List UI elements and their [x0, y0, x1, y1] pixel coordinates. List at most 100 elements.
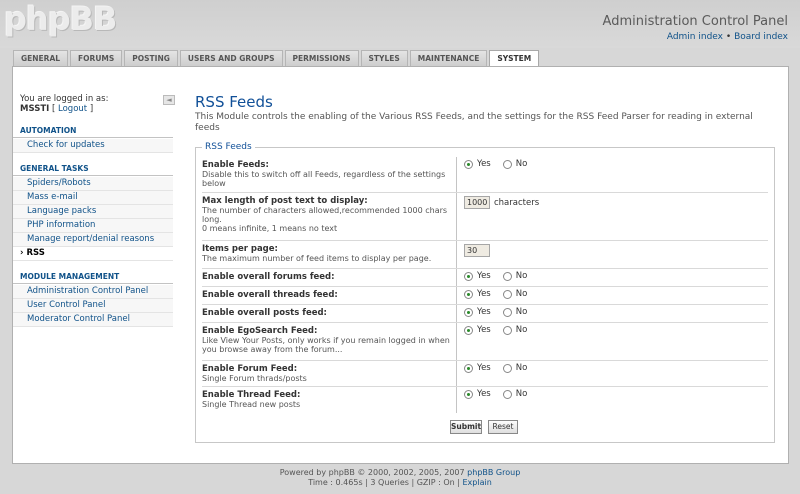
board-index-link[interactable]: Board index: [734, 32, 788, 42]
forums-feed-radio-group: Yes No: [464, 271, 535, 281]
radio-no-label: No: [515, 389, 528, 399]
radio-yes[interactable]: [464, 363, 473, 373]
setting-description: Like View Your Posts, only works if you …: [202, 336, 450, 354]
posts-feed-radio-group: Yes No: [464, 307, 535, 317]
setting-row-forums-feed: Enable overall forums feed: Yes No: [202, 269, 768, 287]
menu-item-acp-modules[interactable]: Administration Control Panel: [13, 285, 173, 299]
login-info: You are logged in as: MSSTI [ Logout ]: [20, 94, 109, 114]
menu-item-mcp-modules[interactable]: Moderator Control Panel: [13, 313, 173, 327]
setting-row-max-length: Max length of post text to display: The …: [202, 193, 768, 241]
radio-no[interactable]: [502, 159, 512, 169]
setting-description: The number of characters allowed,recomme…: [202, 206, 448, 224]
setting-title: Enable Thread Feed:: [202, 390, 301, 400]
logged-in-label: You are logged in as:: [20, 94, 109, 104]
egosearch-feed-radio-group: Yes No: [464, 325, 535, 335]
radio-yes-label: Yes: [477, 389, 491, 399]
radio-yes-label: Yes: [477, 325, 491, 335]
page-description: This Module controls the enabling of the…: [195, 112, 753, 133]
explain-link[interactable]: Explain: [463, 478, 492, 487]
radio-no[interactable]: [502, 289, 512, 299]
radio-yes-label: Yes: [477, 159, 491, 169]
radio-no[interactable]: [502, 307, 512, 317]
menu-item-manage-reasons[interactable]: Manage report/denial reasons: [13, 233, 173, 247]
menu-item-mass-email[interactable]: Mass e-mail: [13, 191, 173, 205]
radio-no[interactable]: [502, 389, 512, 399]
setting-row-posts-feed: Enable overall posts feed: Yes No: [202, 305, 768, 323]
setting-description: Disable this to switch off all Feeds, re…: [202, 170, 446, 188]
logout-link[interactable]: Logout: [58, 104, 87, 114]
radio-no-label: No: [515, 363, 528, 373]
radio-yes-label: Yes: [477, 307, 491, 317]
menu-item-rss-label: RSS: [26, 248, 45, 258]
setting-description: Single Forum thrads/posts: [202, 374, 307, 383]
setting-title: Enable overall forums feed:: [202, 272, 335, 282]
setting-title: Enable Forum Feed:: [202, 364, 298, 374]
setting-row-items-per-page: Items per page: The maximum number of fe…: [202, 241, 768, 269]
radio-no[interactable]: [502, 325, 512, 335]
radio-no-label: No: [515, 325, 528, 335]
tab-posting[interactable]: POSTING: [124, 50, 178, 66]
submit-button[interactable]: Submit: [450, 420, 482, 434]
max-length-input[interactable]: 1000: [464, 196, 490, 209]
forum-feed-radio-group: Yes No: [464, 363, 535, 373]
setting-row-forum-feed: Enable Forum Feed: Single Forum thrads/p…: [202, 361, 768, 387]
setting-title: Enable EgoSearch Feed:: [202, 326, 318, 336]
radio-no-label: No: [515, 271, 528, 281]
menu-item-php-information[interactable]: PHP information: [13, 219, 173, 233]
threads-feed-radio-group: Yes No: [464, 289, 535, 299]
thread-feed-radio-group: Yes No: [464, 389, 535, 399]
setting-title: Max length of post text to display:: [202, 196, 368, 206]
radio-no[interactable]: [502, 271, 512, 281]
radio-yes[interactable]: [464, 325, 473, 335]
stats-text: Time : 0.465s | 3 Queries | GZIP : On |: [308, 478, 460, 487]
menu-item-language-packs[interactable]: Language packs: [13, 205, 173, 219]
tab-styles[interactable]: STYLES: [360, 50, 408, 66]
tab-system[interactable]: SYSTEM: [489, 50, 540, 67]
username: MSSTI: [20, 104, 50, 114]
setting-title: Enable overall posts feed:: [202, 308, 327, 318]
setting-description: Single Thread new posts: [202, 400, 301, 409]
radio-yes-label: Yes: [477, 271, 491, 281]
max-length-control: 1000 characters: [464, 196, 539, 209]
radio-yes[interactable]: [464, 289, 473, 299]
acp-title: Administration Control Panel: [602, 14, 788, 29]
menu-item-spiders-robots[interactable]: Spiders/Robots: [13, 177, 173, 191]
fieldset-legend: RSS Feeds: [202, 142, 255, 152]
tab-permissions[interactable]: PERMISSIONS: [284, 50, 359, 66]
tab-general[interactable]: GENERAL: [13, 50, 69, 66]
rss-settings-fieldset: RSS Feeds Enable Feeds: Disable this to …: [195, 142, 775, 443]
reset-button[interactable]: Reset: [488, 420, 518, 434]
link-separator: •: [725, 32, 732, 42]
page-title: RSS Feeds: [195, 93, 273, 111]
radio-yes[interactable]: [464, 159, 473, 169]
setting-row-enable-feeds: Enable Feeds: Disable this to switch off…: [202, 157, 768, 193]
radio-no[interactable]: [502, 363, 512, 373]
main-panel: You are logged in as: MSSTI [ Logout ] ◄…: [12, 66, 789, 464]
radio-yes[interactable]: [464, 271, 473, 281]
menu-item-rss[interactable]: › RSS: [13, 247, 173, 261]
phpbb-group-link[interactable]: phpBB Group: [467, 468, 520, 477]
footer-stats: Time : 0.465s | 3 Queries | GZIP : On | …: [0, 478, 800, 488]
copyright-text: Powered by phpBB © 2000, 2002, 2005, 200…: [279, 468, 465, 477]
tab-maintenance[interactable]: MAINTENANCE: [409, 50, 488, 66]
header: phpBB Administration Control Panel Admin…: [0, 0, 800, 48]
radio-yes[interactable]: [464, 307, 473, 317]
tab-forums[interactable]: FORUMS: [70, 50, 123, 66]
setting-description: The maximum number of feed items to disp…: [202, 254, 432, 263]
radio-yes-label: Yes: [477, 363, 491, 373]
radio-no-label: No: [515, 289, 528, 299]
header-links: Admin index • Board index: [667, 32, 788, 42]
tab-users-and-groups[interactable]: USERS AND GROUPS: [179, 50, 283, 66]
admin-index-link[interactable]: Admin index: [667, 32, 723, 42]
items-per-page-input[interactable]: 30: [464, 244, 490, 257]
setting-row-thread-feed: Enable Thread Feed: Single Thread new po…: [202, 387, 768, 413]
menu-item-check-for-updates[interactable]: Check for updates: [13, 139, 173, 153]
footer-copyright: Powered by phpBB © 2000, 2002, 2005, 200…: [0, 468, 800, 478]
setting-row-threads-feed: Enable overall threads feed: Yes No: [202, 287, 768, 305]
radio-no-label: No: [515, 159, 528, 169]
menu-item-ucp-modules[interactable]: User Control Panel: [13, 299, 173, 313]
radio-yes[interactable]: [464, 389, 473, 399]
radio-yes-label: Yes: [477, 289, 491, 299]
collapse-sidebar-icon[interactable]: ◄: [163, 95, 175, 105]
phpbb-logo[interactable]: phpBB: [4, 0, 117, 38]
